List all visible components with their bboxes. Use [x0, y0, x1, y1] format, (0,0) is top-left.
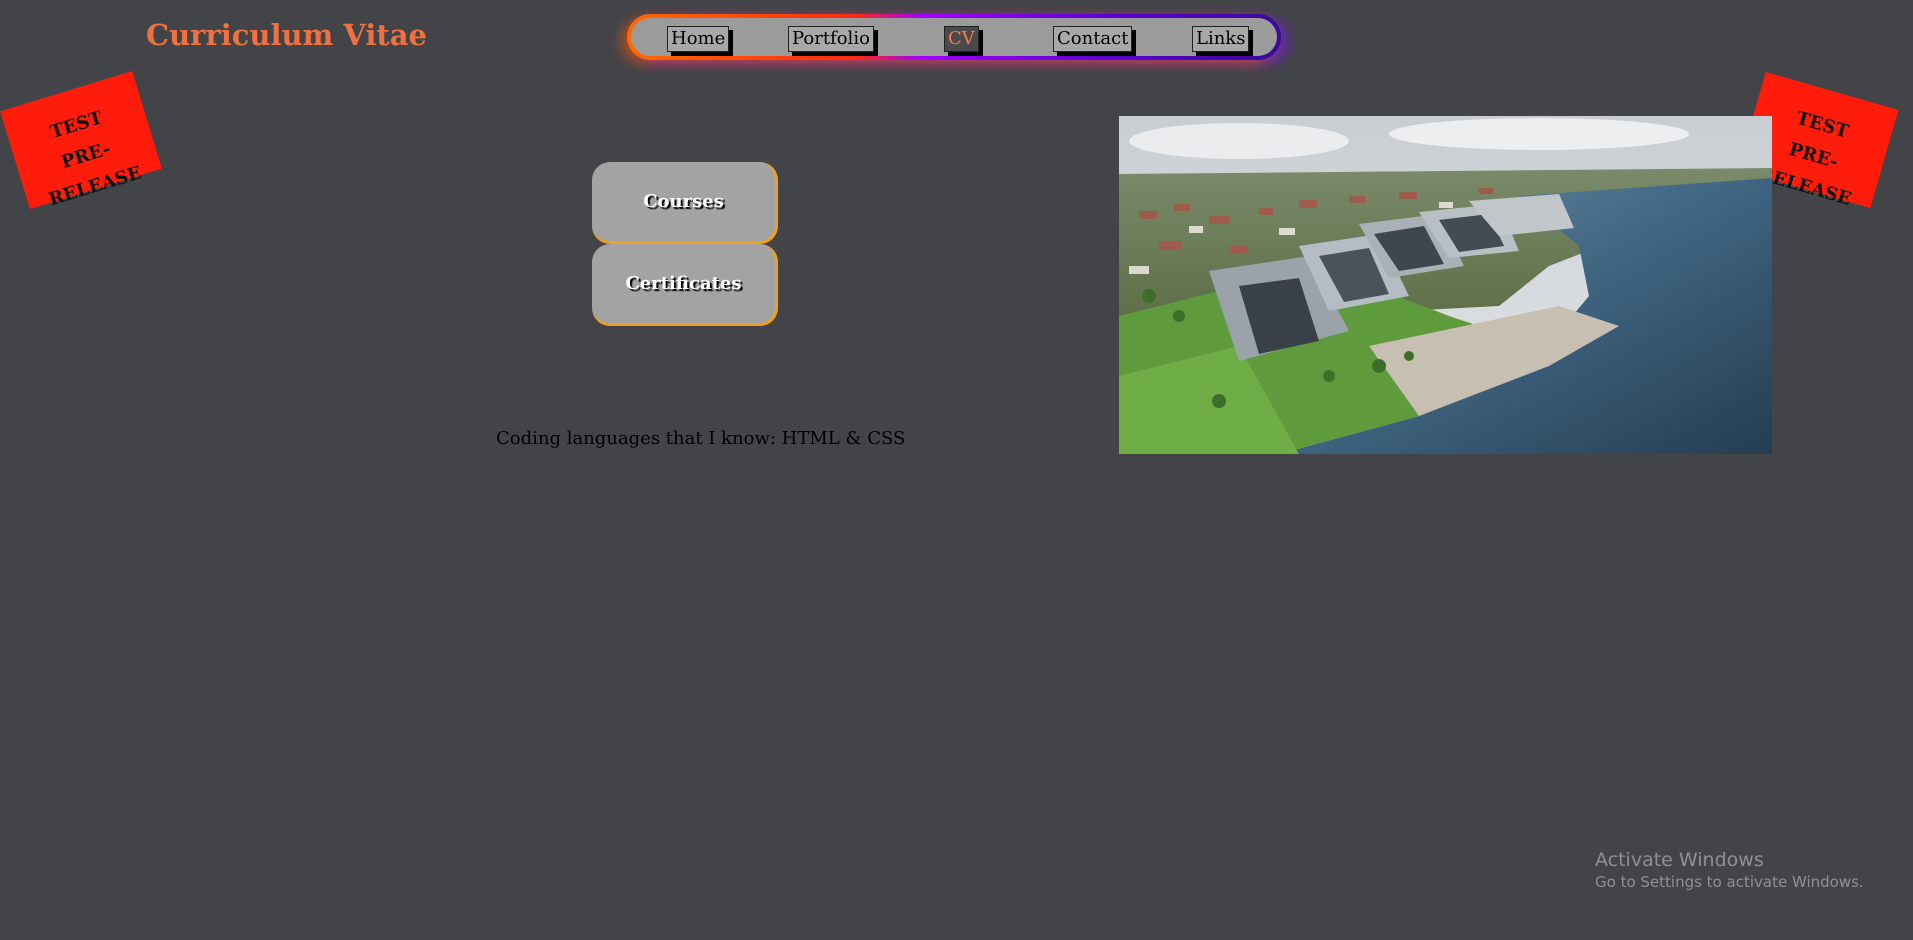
nav-home-button[interactable]: Home: [667, 26, 730, 52]
certificates-button[interactable]: Certificates: [592, 244, 778, 326]
watermark-title: Activate Windows: [1595, 849, 1764, 871]
courses-button[interactable]: Courses: [592, 162, 778, 244]
nav-bar: Home Portfolio CV Contact Links: [627, 14, 1281, 60]
windows-activation-watermark: Activate Windows Go to Settings to activ…: [1595, 848, 1864, 892]
nav-portfolio-button[interactable]: Portfolio: [788, 26, 874, 52]
nav-contact-button[interactable]: Contact: [1053, 26, 1133, 52]
coding-languages-text: Coding languages that I know: HTML & CSS: [496, 428, 906, 449]
nav-cv-button[interactable]: CV: [944, 26, 979, 52]
campus-photo-illustration: [1119, 116, 1772, 454]
nav-links-button[interactable]: Links: [1192, 26, 1250, 52]
watermark-subtitle: Go to Settings to activate Windows.: [1595, 873, 1864, 891]
test-release-stamp-left: TEST PRE-RELEASE: [0, 71, 162, 210]
campus-aerial-photo: [1119, 116, 1772, 454]
page-title: Curriculum Vitae: [146, 18, 428, 52]
page: Curriculum Vitae Home Portfolio CV Conta…: [0, 0, 1913, 940]
